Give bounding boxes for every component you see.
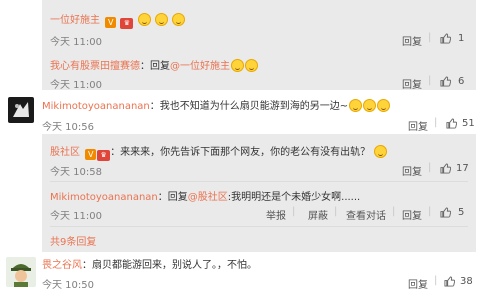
- reply-text: ：回复: [140, 61, 170, 72]
- like-count: 5: [458, 207, 465, 218]
- reply-row: 股社区 V ♛ ：来来来，你先告诉下面那个网友，你的老公有没有出轨？: [50, 143, 388, 161]
- verified-badge-icon: V: [105, 17, 117, 28]
- username-link[interactable]: Mikimotoyoanananan: [42, 101, 150, 112]
- reply-row: 一位好施主 V ♛: [50, 11, 185, 29]
- like-thumb-icon[interactable]: [446, 118, 457, 129]
- nested-reply-block-top: 一位好施主 V ♛ 今天 11:00 回复 | 1 我心有股票田擅赛德：回复@一…: [42, 0, 476, 91]
- username-link[interactable]: 畏之谷风: [42, 260, 82, 271]
- like-count: 1: [458, 33, 465, 44]
- laugh-emoji-icon: [377, 99, 391, 112]
- like-thumb-icon[interactable]: [440, 33, 451, 44]
- timestamp: 今天 11:00: [50, 80, 102, 91]
- avatar-figure-icon: [13, 102, 29, 117]
- comment-body: 畏之谷风：扇贝都能游回来，别说人了。，不怕。: [42, 256, 257, 271]
- reply-button[interactable]: 回复: [408, 118, 428, 133]
- timestamp: 今天 10:50: [42, 280, 94, 291]
- avatar-soldier-icon: [6, 257, 36, 287]
- timestamp: 今天 11:00: [50, 211, 102, 222]
- divider: |: [434, 275, 438, 286]
- row-divider: [50, 181, 468, 182]
- comment-text: ：我也不知道为什么扇贝能游到海的另一边~: [149, 101, 349, 112]
- like-thumb-icon[interactable]: [440, 207, 451, 218]
- reply-row: Mikimotoyoanananan：回复@股社区:我明明还是个未婚少女啊...…: [50, 188, 360, 203]
- laugh-emoji-icon: [171, 13, 185, 26]
- avatar[interactable]: [6, 257, 36, 287]
- divider: |: [434, 117, 438, 128]
- laugh-emoji-icon: [231, 59, 244, 72]
- like-thumb-icon[interactable]: [444, 276, 455, 287]
- divider: |: [428, 32, 432, 43]
- divider: |: [392, 206, 396, 217]
- reply-button[interactable]: 回复: [402, 33, 422, 48]
- avatar[interactable]: [8, 97, 34, 123]
- mention-link[interactable]: @股社区: [188, 192, 228, 203]
- block-button[interactable]: 屏蔽: [308, 207, 328, 222]
- reply-button[interactable]: 回复: [408, 276, 428, 291]
- divider: |: [292, 206, 296, 217]
- thinking-emoji-icon: [374, 145, 388, 158]
- laugh-emoji-icon: [363, 99, 377, 112]
- timestamp: 今天 11:00: [50, 37, 102, 48]
- timestamp: 今天 10:56: [42, 122, 94, 133]
- laugh-emoji-icon: [349, 99, 363, 112]
- divider: |: [428, 75, 432, 86]
- view-conversation-button[interactable]: 查看对话: [346, 207, 386, 222]
- reply-text: ：来来来，你先告诉下面那个网友，你的老公有没有出轨？: [110, 147, 371, 158]
- report-button[interactable]: 举报: [266, 207, 286, 222]
- divider: |: [428, 162, 432, 173]
- reply-text: :我明明还是个未婚少女啊......: [227, 192, 361, 203]
- verified-badge-icon: V: [85, 149, 97, 160]
- comment-body: Mikimotoyoanananan：我也不知道为什么扇贝能游到海的另一边~: [42, 97, 391, 112]
- reply-button[interactable]: 回复: [402, 163, 422, 178]
- like-count: 6: [458, 76, 465, 87]
- divider: |: [428, 206, 432, 217]
- comment-text: ：扇贝都能游回来，别说人了。，不怕。: [82, 260, 257, 271]
- username-link[interactable]: 股社区: [50, 147, 80, 158]
- level-badge-icon: ♛: [97, 150, 111, 161]
- reply-button[interactable]: 回复: [402, 76, 422, 91]
- reply-row: 我心有股票田擅赛德：回复@一位好施主: [50, 57, 258, 72]
- timestamp: 今天 10:58: [50, 167, 102, 178]
- row-divider: [50, 226, 468, 227]
- divider: |: [334, 206, 338, 217]
- laugh-emoji-icon: [154, 13, 168, 26]
- like-count: 38: [460, 276, 473, 287]
- reply-button[interactable]: 回复: [402, 207, 422, 222]
- username-link[interactable]: Mikimotoyoanananan: [50, 192, 158, 203]
- like-thumb-icon[interactable]: [440, 76, 451, 87]
- reply-text: ：回复: [157, 192, 188, 203]
- nested-reply-block: 股社区 V ♛ ：来来来，你先告诉下面那个网友，你的老公有没有出轨？ 今天 10:5…: [42, 134, 476, 252]
- mention-link[interactable]: @一位好施主: [170, 61, 230, 72]
- like-count: 17: [456, 163, 469, 174]
- like-count: 51: [462, 118, 475, 129]
- laugh-emoji-icon: [137, 13, 151, 26]
- laugh-emoji-icon: [245, 59, 258, 72]
- level-badge-icon: ♛: [120, 18, 134, 29]
- like-thumb-icon[interactable]: [440, 163, 451, 174]
- view-all-replies-link[interactable]: 共9条回复: [50, 233, 96, 248]
- username-link[interactable]: 我心有股票田擅赛德: [50, 61, 140, 72]
- username-link[interactable]: 一位好施主: [50, 15, 100, 26]
